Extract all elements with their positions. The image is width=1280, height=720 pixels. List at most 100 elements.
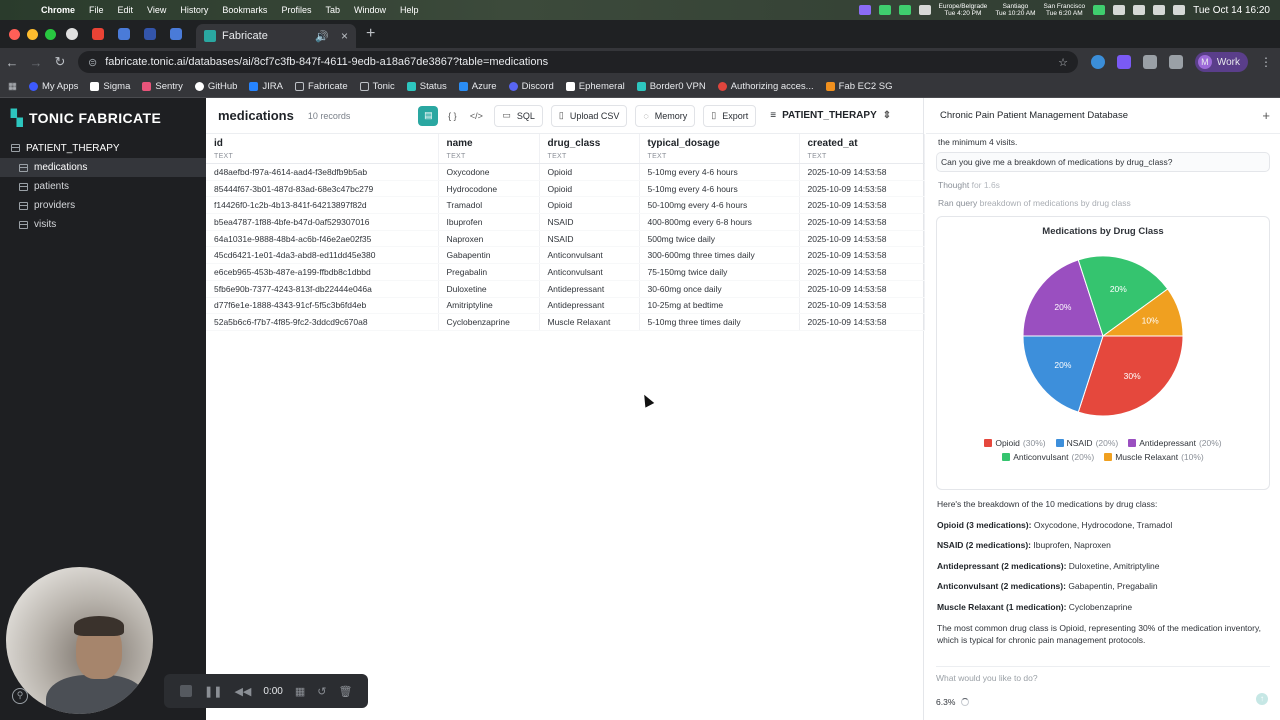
cell-id[interactable]: e6ceb965-453b-487e-a199-ffbdb8c1dbbd	[206, 263, 439, 281]
cell-drug-class[interactable]: Antidepressant	[539, 280, 640, 298]
bookmark-star-icon[interactable]: ☆	[1058, 56, 1068, 69]
search-icon[interactable]	[1153, 5, 1166, 15]
sidebar-database[interactable]: PATIENT_THERAPY	[0, 138, 206, 158]
menu-file[interactable]: File	[82, 5, 111, 15]
table-row[interactable]: 85444f67-3b01-487d-83ad-68e3c47bc279 Hydr…	[206, 180, 925, 198]
cell-created-at[interactable]: 2025-10-09 14:53:58	[799, 180, 925, 198]
back-icon[interactable]: ←	[0, 55, 24, 70]
cell-drug-class[interactable]: Muscle Relaxant	[539, 313, 640, 331]
cell-id[interactable]: 5fb6e90b-7377-4243-813f-db22444e046a	[206, 280, 439, 298]
cell-created-at[interactable]: 2025-10-09 14:53:58	[799, 280, 925, 298]
menubar-datetime[interactable]: Tue Oct 14 16:20	[1193, 5, 1270, 16]
column-header-name[interactable]: name TEXT	[438, 134, 540, 164]
menu-window[interactable]: Window	[347, 5, 393, 15]
column-header-created-at[interactable]: created_at TEXT	[799, 134, 925, 164]
menu-history[interactable]: History	[173, 5, 215, 15]
menu-app-name[interactable]: Chrome	[34, 5, 82, 15]
cell-name[interactable]: Oxycodone	[438, 163, 540, 181]
world-clock-santiago[interactable]: Santiago Tue 10:20 AM	[995, 3, 1035, 17]
apps-grid-icon[interactable]: ▦	[8, 81, 17, 92]
cell-typical-dosage[interactable]: 5-10mg every 4-6 hours	[639, 163, 800, 181]
bookmark-status[interactable]: Status	[406, 81, 447, 92]
chat-input[interactable]: What would you like to do?	[936, 667, 1270, 683]
table-row[interactable]: 64a1031e-9888-48b4-ac6b-f46e2ae02f35 Napr…	[206, 230, 925, 248]
pinned-tab-icon[interactable]	[144, 28, 156, 40]
cell-id[interactable]: d77f6e1e-1888-4343-91cf-5f5c3b6fd4eb	[206, 297, 439, 315]
profile-button[interactable]: M Work	[1194, 52, 1248, 72]
tab-fabricate[interactable]: Fabricate 🔊 ×	[196, 24, 356, 48]
sidebar-item-patients[interactable]: patients	[0, 177, 206, 196]
bookmark-discord[interactable]: Discord	[508, 81, 554, 92]
cell-created-at[interactable]: 2025-10-09 14:53:58	[799, 213, 925, 231]
sidepanel-icon[interactable]	[1168, 55, 1183, 69]
tray-status-icon[interactable]	[1093, 5, 1106, 15]
thought-indicator[interactable]: Thought for 1.6s	[926, 172, 1280, 190]
world-clock-san-francisco[interactable]: San Francisco Tue 6:20 AM	[1044, 3, 1086, 17]
trash-icon[interactable]: 🗑	[338, 685, 352, 698]
memory-button[interactable]: ◌ Memory	[635, 104, 696, 127]
screen-recorder-icon[interactable]	[858, 5, 871, 15]
reload-icon[interactable]: ↻	[48, 54, 72, 70]
cell-name[interactable]: Hydrocodone	[438, 180, 540, 198]
grid-view-icon[interactable]: ▤	[418, 105, 439, 126]
ran-query-indicator[interactable]: Ran query breakdown of medications by dr…	[926, 190, 1280, 208]
table-row[interactable]: d77f6e1e-1888-4343-91cf-5f5c3b6fd4eb Amit…	[206, 297, 925, 315]
table-row[interactable]: f14426f0-1c2b-4b13-841f-64213897f82d Tram…	[206, 196, 925, 215]
pause-icon[interactable]: ❚❚	[204, 685, 222, 698]
cell-drug-class[interactable]: Opioid	[539, 180, 640, 198]
cell-name[interactable]: Pregabalin	[438, 263, 540, 281]
new-tab-button[interactable]: +	[366, 25, 375, 43]
new-chat-icon[interactable]: +	[1262, 108, 1270, 123]
cell-name[interactable]: Ibuprofen	[438, 213, 540, 231]
sidebar-item-visits[interactable]: visits	[0, 215, 206, 234]
upload-csv-button[interactable]: ▯ Upload CSV	[550, 104, 628, 127]
menu-tab[interactable]: Tab	[318, 5, 347, 15]
send-icon[interactable]: ↑	[1256, 693, 1268, 705]
cell-created-at[interactable]: 2025-10-09 14:53:58	[799, 230, 925, 248]
cell-drug-class[interactable]: NSAID	[539, 213, 640, 231]
menu-help[interactable]: Help	[393, 5, 426, 15]
cell-typical-dosage[interactable]: 400-800mg every 6-8 hours	[639, 213, 800, 231]
cell-drug-class[interactable]: Antidepressant	[539, 297, 640, 315]
pinned-tab-icon[interactable]	[118, 28, 130, 40]
cell-name[interactable]: Tramadol	[438, 196, 540, 215]
table-row[interactable]: 5fb6e90b-7377-4243-813f-db22444e046a Dulo…	[206, 280, 925, 298]
battery-icon[interactable]	[1133, 5, 1146, 15]
cell-typical-dosage[interactable]: 75-150mg twice daily	[639, 263, 800, 281]
tray-app-icon[interactable]	[918, 5, 931, 15]
bookmark-fabricate[interactable]: Fabricate	[295, 81, 348, 92]
cell-name[interactable]: Amitriptyline	[438, 297, 540, 315]
site-info-icon[interactable]: ⊜	[88, 56, 97, 69]
legend-item[interactable]: Muscle Relaxant (10%)	[1104, 452, 1204, 462]
cell-id[interactable]: 45cd6421-1e01-4da3-abd8-ed11dd45e380	[206, 246, 439, 265]
table-row[interactable]: 45cd6421-1e01-4da3-abd8-ed11dd45e380 Gaba…	[206, 246, 925, 265]
table-row[interactable]: 52a5b6c6-f7b7-4f85-9fc2-3ddcd9c670a8 Cycl…	[206, 313, 925, 331]
sidebar-item-providers[interactable]: providers	[0, 196, 206, 215]
table-row[interactable]: b5ea4787-1f88-4bfe-b47d-0af529307016 Ibup…	[206, 213, 925, 231]
world-clock-belgrade[interactable]: Europe/Belgrade Tue 4:20 PM	[939, 3, 988, 17]
cell-drug-class[interactable]: NSAID	[539, 230, 640, 248]
table-row[interactable]: d48aefbd-f97a-4614-aad4-f3e8dfb9b5ab Oxyc…	[206, 163, 925, 181]
extension-icon[interactable]	[1090, 55, 1105, 69]
cell-drug-class[interactable]: Anticonvulsant	[539, 246, 640, 265]
cell-id[interactable]: 64a1031e-9888-48b4-ac6b-f46e2ae02f35	[206, 230, 439, 248]
wifi-icon[interactable]	[1113, 5, 1126, 15]
stop-recording-button[interactable]	[180, 685, 192, 697]
pinned-tab-icon[interactable]	[66, 28, 78, 40]
chat-composer[interactable]: What would you like to do? 6.3% ↑	[936, 666, 1270, 714]
legend-item[interactable]: Antidepressant (20%)	[1128, 438, 1222, 448]
minimize-window-button[interactable]	[27, 28, 38, 40]
cell-id[interactable]: f14426f0-1c2b-4b13-841f-64213897f82d	[206, 196, 439, 215]
menu-edit[interactable]: Edit	[111, 5, 141, 15]
close-window-button[interactable]	[9, 28, 20, 40]
menu-view[interactable]: View	[140, 5, 173, 15]
bookmark-authorizing[interactable]: Authorizing acces...	[717, 81, 814, 92]
legend-item[interactable]: Opioid (30%)	[984, 438, 1046, 448]
bookmark-fab-ec2-sg[interactable]: Fab EC2 SG	[825, 81, 892, 92]
cell-drug-class[interactable]: Opioid	[539, 163, 640, 181]
cell-id[interactable]: d48aefbd-f97a-4614-aad4-f3e8dfb9b5ab	[206, 163, 439, 181]
bookmark-sigma[interactable]: Sigma	[90, 81, 130, 92]
address-bar[interactable]: ⊜ fabricate.tonic.ai/databases/ai/8cf7c3…	[78, 51, 1078, 73]
cell-typical-dosage[interactable]: 5-10mg every 4-6 hours	[639, 180, 800, 198]
column-header-drug-class[interactable]: drug_class TEXT	[539, 134, 640, 164]
